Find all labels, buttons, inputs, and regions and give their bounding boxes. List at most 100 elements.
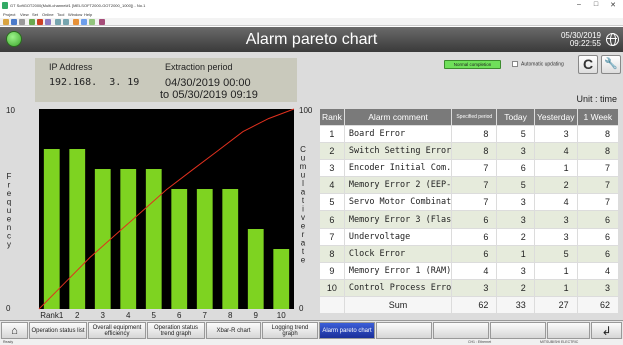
nav-empty-2[interactable]	[433, 322, 489, 339]
stop-icon[interactable]	[37, 19, 43, 25]
cell-today: 1	[496, 244, 535, 263]
settings-wrench-button[interactable]: 🔧	[601, 55, 621, 74]
nav-operation-status-list[interactable]: Operation status list	[29, 322, 87, 339]
auto-update-checkbox[interactable]	[512, 61, 518, 67]
col-today: Today	[496, 108, 535, 126]
nav-empty-1[interactable]	[376, 322, 432, 339]
nav-overall-equipment-efficiency[interactable]: Overall equipment efficiency	[88, 322, 146, 339]
table-row[interactable]: 8 Clock Error 6 1 5 6	[319, 244, 620, 263]
cell-specified-period: 6	[451, 244, 498, 263]
x-tick-label: 4	[126, 311, 131, 320]
screen-header: Alarm pareto chart 05/30/2019 09:22:55	[0, 27, 623, 52]
table-row[interactable]: 7 Undervoltage 6 2 3 6	[319, 227, 620, 246]
auto-update-toggle[interactable]: Automatic updating	[512, 61, 564, 67]
time-text: 09:22:55	[569, 39, 601, 48]
cell-specified-period: 6	[451, 227, 498, 246]
maximize-button[interactable]: □	[590, 1, 602, 8]
table-row[interactable]: 5 Servo Motor Combinat 7 3 4 7	[319, 193, 620, 212]
zoom-out-icon[interactable]	[63, 19, 69, 25]
sum-today: 33	[496, 295, 535, 315]
cell-specified-period: 3	[451, 278, 498, 297]
bottom-nav: ⌂ Operation status list Overall equipmen…	[0, 320, 623, 339]
menu-view[interactable]: View	[20, 12, 29, 17]
nav-empty-4[interactable]	[547, 322, 590, 339]
sum-label: Sum	[343, 295, 453, 315]
nav-alarm-pareto-chart[interactable]: Alarm pareto chart	[319, 322, 375, 339]
cell-today: 6	[496, 159, 535, 178]
table-row[interactable]: 9 Memory Error 1 (RAM) 4 3 1 4	[319, 261, 620, 280]
menu-online[interactable]: Online	[42, 12, 54, 17]
menu-set[interactable]: Set	[32, 12, 38, 17]
cell-yesterday: 3	[533, 124, 578, 144]
bar-rank-10	[273, 249, 290, 309]
window-title: GT SoftGOT2000(Multi-channel#1 [MELSOFT2…	[10, 3, 146, 8]
save-icon[interactable]	[11, 19, 17, 25]
device-icon[interactable]	[73, 19, 79, 25]
cell-week: 6	[576, 244, 620, 263]
table-row[interactable]: 2 Switch Setting Error 8 3 4 8	[319, 142, 620, 161]
menu-tool[interactable]: Tool	[57, 12, 64, 17]
minimize-button[interactable]: –	[573, 1, 585, 8]
pareto-chart: 10 0 100 0 Frequency Cumulativerate Rank…	[6, 106, 313, 320]
x-tick-label: 8	[228, 311, 233, 320]
capture-icon[interactable]	[89, 19, 95, 25]
y2-axis-max-label: 100	[299, 106, 313, 115]
cell-yesterday: 2	[533, 176, 578, 195]
alarm-ranking-table: Rank Alarm comment Specified period Toda…	[319, 108, 620, 315]
menu-window[interactable]: Window	[68, 12, 82, 17]
refresh-button[interactable]: C	[578, 55, 598, 74]
home-icon[interactable]: ⌂	[1, 322, 28, 339]
cell-comment: Switch Setting Error	[343, 142, 453, 161]
x-tick-label: 7	[203, 311, 208, 320]
monitor-icon[interactable]	[45, 19, 51, 25]
table-row[interactable]: 10 Control Process Erro 3 2 1 3	[319, 278, 620, 297]
cell-specified-period: 7	[451, 159, 498, 178]
col-yesterday: Yesterday	[533, 108, 578, 126]
open-icon[interactable]	[3, 19, 9, 25]
nav-xbar-r-chart[interactable]: Xbar-R chart	[206, 322, 261, 339]
zoom-in-icon[interactable]	[55, 19, 61, 25]
nav-operation-status-trend-graph[interactable]: Operation status trend graph	[147, 322, 205, 339]
cell-week: 4	[576, 261, 620, 280]
col-specified-period: Specified period	[451, 108, 498, 126]
table-row[interactable]: 6 Memory Error 3 (Flas 6 3 3 6	[319, 210, 620, 229]
window-titlebar: GT SoftGOT2000(Multi-channel#1 [MELSOFT2…	[0, 0, 623, 12]
cell-rank: 9	[319, 261, 345, 280]
y2-axis-min-label: 0	[299, 304, 304, 313]
print-icon[interactable]	[19, 19, 25, 25]
bar-rank-7	[196, 189, 213, 309]
table-row[interactable]: 1 Board Error 8 5 3 8	[319, 124, 620, 144]
ip-address-label: IP Address	[49, 62, 93, 72]
bar-rank-9	[247, 229, 264, 309]
menu-help[interactable]: Help	[84, 12, 92, 17]
extraction-info: IP Address Extraction period 192.168. 3.…	[35, 58, 297, 102]
nav-empty-3[interactable]	[490, 322, 546, 339]
y-axis-max-label: 10	[6, 106, 15, 115]
help-icon[interactable]	[99, 19, 105, 25]
x-tick-label: 9	[254, 311, 259, 320]
datetime-display: 05/30/2019 09:22:55	[561, 32, 601, 48]
bar-rank-1	[43, 149, 60, 309]
table-row[interactable]: 4 Memory Error 2 (EEP- 7 5 2 7	[319, 176, 620, 195]
cell-today: 5	[496, 124, 535, 144]
cell-week: 7	[576, 193, 620, 212]
menu-project[interactable]: Project	[3, 12, 15, 17]
nav-logging-trend-graph[interactable]: Logging trend graph	[262, 322, 318, 339]
ip-address-value: 192.168. 3. 19	[49, 77, 140, 88]
cell-rank: 4	[319, 176, 345, 195]
cell-yesterday: 1	[533, 159, 578, 178]
toolbar	[0, 18, 623, 26]
cell-today: 5	[496, 176, 535, 195]
close-button[interactable]: ✕	[607, 1, 619, 9]
return-icon[interactable]: ↲	[591, 322, 622, 339]
screen-icon[interactable]	[81, 19, 87, 25]
start-icon[interactable]	[29, 19, 35, 25]
cell-rank: 3	[319, 159, 345, 178]
y-axis-min-label: 0	[6, 304, 11, 313]
cell-yesterday: 5	[533, 244, 578, 263]
status-bar: Ready CH1 : Ethernet MITSUBISHI ELECTRIC	[0, 339, 623, 345]
table-row[interactable]: 3 Encoder Initial Com. 7 6 1 7	[319, 159, 620, 178]
globe-icon[interactable]	[606, 33, 619, 46]
cell-today: 3	[496, 142, 535, 161]
sum-blank-cell	[319, 295, 345, 315]
